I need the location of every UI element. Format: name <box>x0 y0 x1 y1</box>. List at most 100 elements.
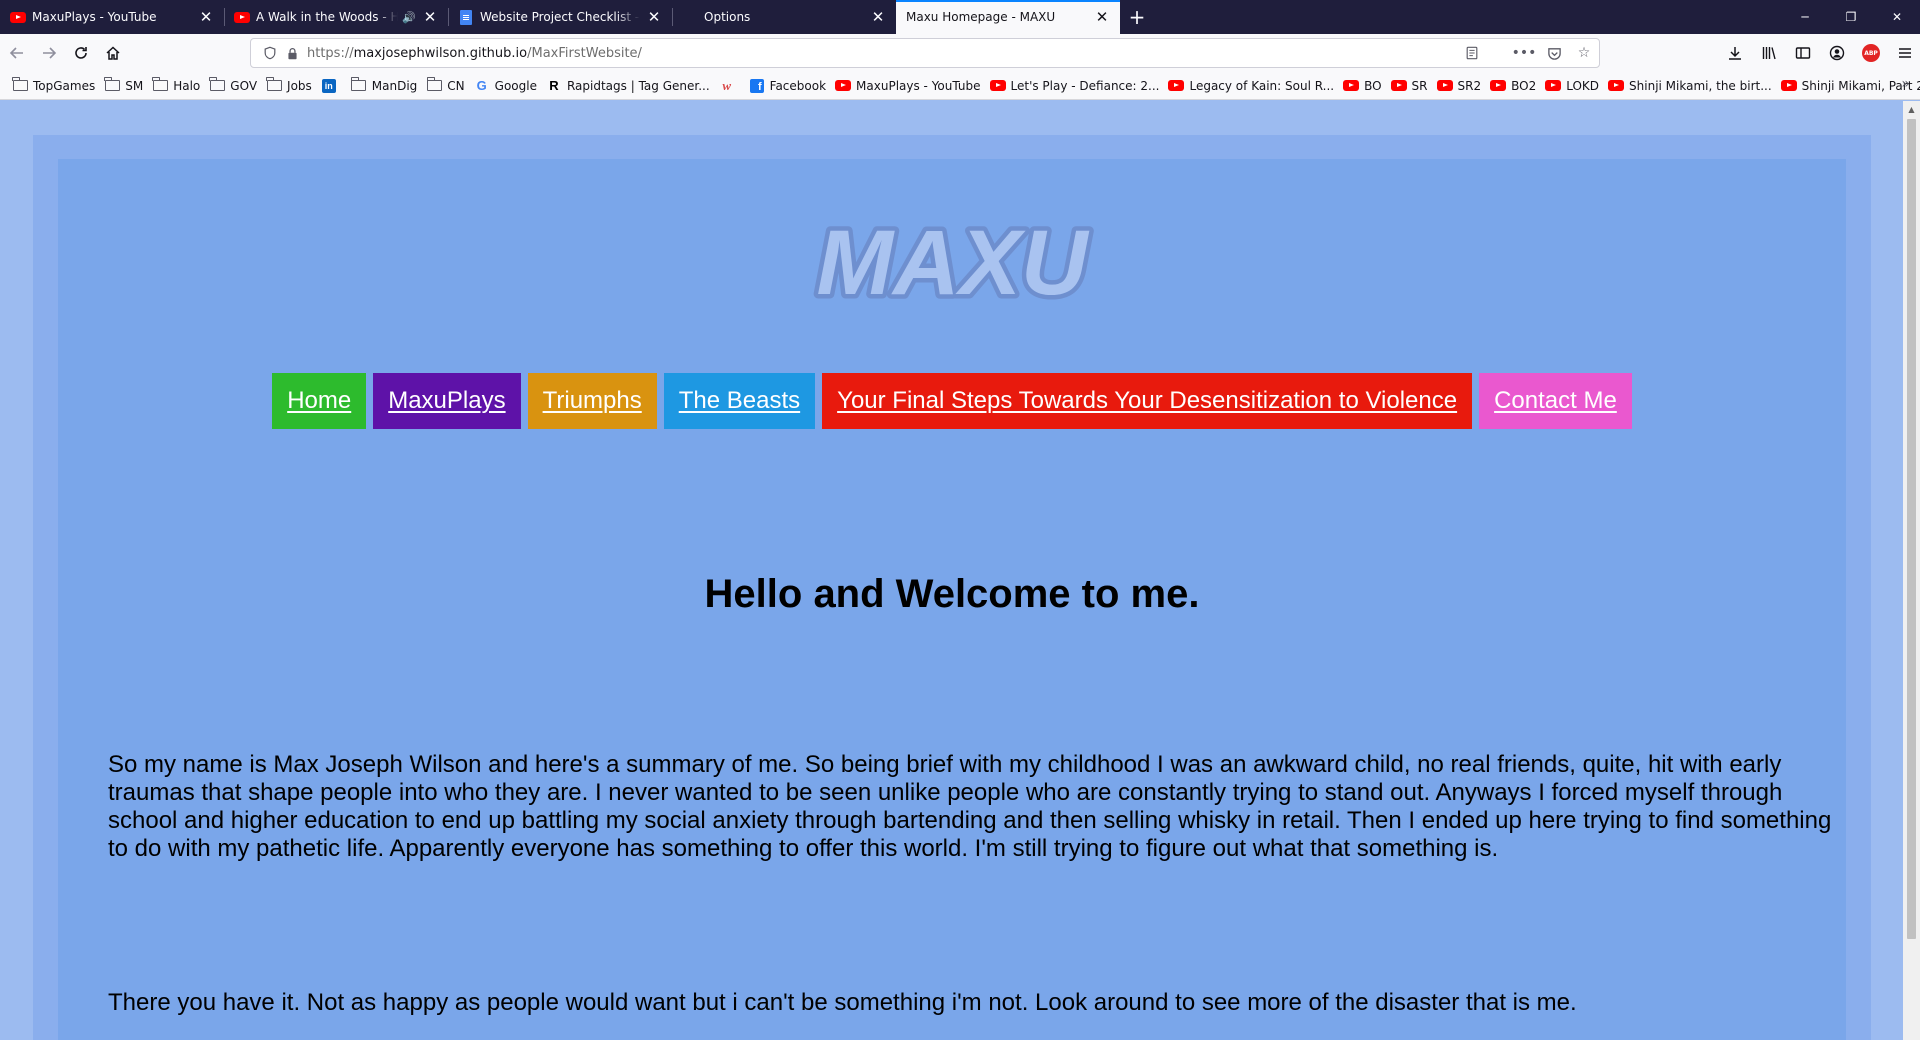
nav-final-steps-link[interactable]: Your Final Steps Towards Your Desensitiz… <box>822 373 1473 429</box>
pocket-icon[interactable] <box>1543 42 1565 64</box>
bookmark-label: Facebook <box>769 78 827 93</box>
back-icon[interactable] <box>2 38 32 68</box>
tracking-shield-icon[interactable] <box>259 42 281 64</box>
restore-icon[interactable]: ❐ <box>1828 0 1874 34</box>
scrollbar-thumb[interactable] <box>1907 119 1916 939</box>
bookmark-label: MaxuPlays - YouTube <box>856 78 981 93</box>
toolbar-right: ABP <box>1718 38 1920 68</box>
folder-icon <box>152 77 168 94</box>
folder-icon <box>104 77 120 94</box>
page-actions-icon[interactable]: ••• <box>1512 42 1537 64</box>
nav-contact-me-link[interactable]: Contact Me <box>1479 373 1632 429</box>
downloads-icon[interactable] <box>1720 38 1750 68</box>
youtube-icon <box>1545 78 1562 94</box>
tab-title: A Walk in the Woods - Halo <box>256 10 399 24</box>
bookmark-folder-jobs[interactable]: Jobs <box>262 75 317 97</box>
bookmark-folder-mandig[interactable]: ManDig <box>347 75 423 97</box>
page-inner-container: MAXU Home MaxuPlays Triumphs The Beasts … <box>58 159 1846 1040</box>
close-icon[interactable]: ✕ <box>646 8 662 26</box>
bookmark-folder-sm[interactable]: SM <box>100 75 148 97</box>
bookmark-legacy-of-kain[interactable]: Legacy of Kain: Soul R... <box>1164 75 1339 97</box>
bookmark-lokd[interactable]: LOKD <box>1541 75 1604 97</box>
nav-home-link[interactable]: Home <box>272 373 367 429</box>
folder-icon <box>12 77 28 94</box>
page-headline: Hello and Welcome to me. <box>704 572 1200 616</box>
tab-title: Maxu Homepage - MAXU <box>906 10 1056 24</box>
youtube-icon <box>1780 78 1797 94</box>
close-icon[interactable]: ✕ <box>198 8 214 26</box>
bookmark-google[interactable]: G Google <box>470 75 542 97</box>
reload-icon[interactable] <box>66 38 96 68</box>
bookmark-facebook[interactable]: f Facebook <box>745 75 831 97</box>
bookmark-shinji-mikami-1[interactable]: Shinji Mikami, the birt... <box>1604 75 1777 97</box>
close-icon[interactable]: ✕ <box>1094 8 1110 26</box>
bookmark-star-icon[interactable]: ☆ <box>1573 42 1595 64</box>
menu-icon[interactable] <box>1890 38 1920 68</box>
tab-title: Options <box>704 10 751 24</box>
bookmark-label: Jobs <box>287 78 312 93</box>
new-tab-button[interactable]: + <box>1120 0 1154 34</box>
nav-the-beasts-link[interactable]: The Beasts <box>663 373 816 429</box>
intro-paragraph: So my name is Max Joseph Wilson and here… <box>108 751 1832 862</box>
adblock-plus-icon[interactable]: ABP <box>1856 38 1886 68</box>
tab-website-project-checklist[interactable]: Website Project Checklist - Goo ✕ <box>448 0 672 34</box>
vertical-scrollbar[interactable]: ▲ <box>1903 101 1920 1040</box>
bookmark-rt[interactable]: w <box>715 75 745 97</box>
bookmark-linkedin[interactable]: in <box>317 75 347 97</box>
account-icon[interactable] <box>1822 38 1852 68</box>
folder-icon <box>426 77 442 94</box>
speaker-icon[interactable]: 🔊 <box>402 11 416 24</box>
linkedin-icon: in <box>321 78 337 94</box>
bookmark-bo2[interactable]: BO2 <box>1486 75 1541 97</box>
lock-icon[interactable] <box>281 42 303 64</box>
url-bar[interactable]: https://maxjosephwilson.github.io/MaxFir… <box>250 38 1600 68</box>
bookmark-label: Rapidtags | Tag Gener... <box>566 78 710 93</box>
forward-icon[interactable] <box>34 38 64 68</box>
tab-a-walk-in-the-woods[interactable]: A Walk in the Woods - Halo 🔊 ✕ <box>224 0 448 34</box>
bookmark-lets-play-defiance[interactable]: Let's Play - Defiance: 2... <box>986 75 1165 97</box>
nav-maxuplays-link[interactable]: MaxuPlays <box>373 373 521 429</box>
youtube-icon <box>1343 78 1360 94</box>
tab-strip: MaxuPlays - YouTube ✕ A Walk in the Wood… <box>0 0 1920 34</box>
url-text[interactable]: https://maxjosephwilson.github.io/MaxFir… <box>307 46 642 61</box>
tab-options[interactable]: Options ✕ <box>672 0 896 34</box>
minimize-icon[interactable]: ─ <box>1782 0 1828 34</box>
url-scheme: https:// <box>307 45 354 61</box>
bookmark-shinji-mikami-2[interactable]: Shinji Mikami, Part 2: ... <box>1777 75 1920 97</box>
youtube-icon <box>1436 78 1453 94</box>
bookmark-maxuplays-youtube[interactable]: MaxuPlays - YouTube <box>831 75 985 97</box>
folder-icon <box>350 77 367 94</box>
sidebar-icon[interactable] <box>1788 38 1818 68</box>
bookmark-folder-cn[interactable]: CN <box>422 75 469 97</box>
bookmark-sr2[interactable]: SR2 <box>1433 75 1487 97</box>
close-window-icon[interactable]: ✕ <box>1874 0 1920 34</box>
bookmark-sr[interactable]: SR <box>1387 75 1433 97</box>
bookmark-label: Halo <box>173 78 201 93</box>
bookmark-label: BO <box>1364 78 1382 93</box>
bookmark-bo[interactable]: BO <box>1339 75 1386 97</box>
bookmark-folder-halo[interactable]: Halo <box>148 75 205 97</box>
close-icon[interactable]: ✕ <box>870 8 886 26</box>
bookmark-label: LOKD <box>1566 78 1600 93</box>
youtube-icon <box>234 9 250 25</box>
scroll-up-arrow-icon[interactable]: ▲ <box>1903 101 1920 118</box>
reader-view-icon[interactable] <box>1461 42 1483 64</box>
bookmark-rapidtags[interactable]: R Rapidtags | Tag Gener... <box>542 75 715 97</box>
page-viewport: MAXU Home MaxuPlays Triumphs The Beasts … <box>0 101 1903 1040</box>
bookmark-label: SR <box>1411 78 1428 93</box>
window-controls: ─ ❐ ✕ <box>1782 0 1920 34</box>
nav-triumphs-link[interactable]: Triumphs <box>527 373 657 429</box>
tab-maxu-homepage[interactable]: Maxu Homepage - MAXU ✕ <box>896 0 1120 34</box>
bookmark-label: Google <box>494 78 537 93</box>
bookmark-folder-gov[interactable]: GOV <box>205 75 262 97</box>
bookmark-label: GOV <box>230 78 258 93</box>
bookmark-folder-topgames[interactable]: TopGames <box>8 75 100 97</box>
close-icon[interactable]: ✕ <box>422 8 438 26</box>
tab-maxuplays-youtube[interactable]: MaxuPlays - YouTube ✕ <box>0 0 224 34</box>
library-icon[interactable] <box>1754 38 1784 68</box>
home-icon[interactable] <box>98 38 128 68</box>
bookmark-label: Shinji Mikami, the birt... <box>1629 78 1772 93</box>
chevron-double-right-icon[interactable]: » <box>1901 76 1910 92</box>
rapidtags-icon: R <box>549 78 559 93</box>
